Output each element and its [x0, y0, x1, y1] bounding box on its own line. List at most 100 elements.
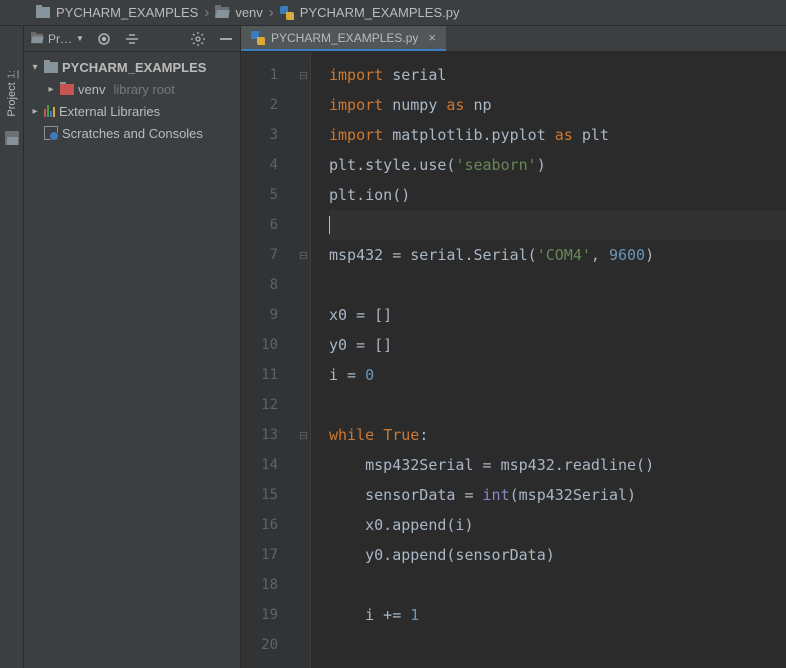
line-number[interactable]: 16 — [241, 510, 296, 540]
tool-label: Project — [6, 82, 18, 116]
code-line[interactable]: msp432 = serial.Serial('COM4', 9600) — [329, 240, 786, 270]
line-number[interactable]: 20 — [241, 630, 296, 660]
line-number[interactable]: 11 — [241, 360, 296, 390]
code-line[interactable]: msp432Serial = msp432.readline() — [329, 450, 786, 480]
line-number[interactable]: 4 — [241, 150, 296, 180]
code-line[interactable]: plt.ion() — [329, 180, 786, 210]
line-number[interactable]: 1 — [241, 60, 296, 90]
code-line[interactable]: sensorData = int(msp432Serial) — [329, 480, 786, 510]
line-number[interactable]: 17 — [241, 540, 296, 570]
locate-icon[interactable] — [96, 31, 112, 47]
sidebar-header: Pr… ▼ — [24, 26, 240, 52]
line-number[interactable]: 6 — [241, 210, 296, 240]
fold-marker[interactable] — [297, 150, 310, 180]
code-token: 1 — [410, 606, 419, 624]
line-number[interactable]: 12 — [241, 390, 296, 420]
code-line[interactable]: i += 1 — [329, 600, 786, 630]
close-icon[interactable]: × — [424, 30, 436, 45]
code-token: matplotlib.pyplot — [392, 126, 555, 144]
line-number[interactable]: 15 — [241, 480, 296, 510]
expand-all-icon[interactable] — [124, 31, 140, 47]
line-number[interactable]: 18 — [241, 570, 296, 600]
code-line[interactable]: i = 0 — [329, 360, 786, 390]
line-number[interactable]: 5 — [241, 180, 296, 210]
editor-tab-active[interactable]: PYCHARM_EXAMPLES.py × — [241, 26, 446, 51]
fold-marker[interactable] — [297, 450, 310, 480]
folder-icon — [36, 7, 50, 18]
breadcrumb-item-folder[interactable]: venv — [213, 5, 264, 20]
line-number[interactable]: 14 — [241, 450, 296, 480]
chevron-right-icon: › — [265, 4, 278, 21]
project-view-dropdown[interactable]: Pr… ▼ — [30, 32, 84, 46]
line-number[interactable]: 3 — [241, 120, 296, 150]
fold-marker[interactable] — [297, 360, 310, 390]
breadcrumb-item-root[interactable]: PYCHARM_EXAMPLES — [34, 5, 200, 20]
code-editor[interactable]: import serialimport numpy as npimport ma… — [311, 52, 786, 668]
line-number[interactable]: 7 — [241, 240, 296, 270]
line-number[interactable]: 13 — [241, 420, 296, 450]
fold-marker[interactable] — [297, 390, 310, 420]
code-line[interactable] — [329, 570, 786, 600]
code-token: y0.append(sensorData) — [365, 546, 555, 564]
fold-marker[interactable]: ⊟ — [297, 60, 310, 90]
code-line[interactable] — [329, 210, 786, 240]
code-line[interactable] — [329, 630, 786, 660]
code-token: plt.style.use( — [329, 156, 455, 174]
gear-icon[interactable] — [190, 31, 206, 47]
code-token: 'COM4' — [537, 246, 591, 264]
fold-marker[interactable] — [297, 600, 310, 630]
fold-marker[interactable] — [297, 510, 310, 540]
editor-area: PYCHARM_EXAMPLES.py × 123456789101112131… — [241, 26, 786, 668]
line-number[interactable]: 9 — [241, 300, 296, 330]
fold-marker[interactable] — [297, 270, 310, 300]
structure-tool-icon[interactable] — [5, 131, 19, 145]
line-number[interactable]: 19 — [241, 600, 296, 630]
line-number[interactable]: 2 — [241, 90, 296, 120]
project-tool-button[interactable]: Project 1: — [6, 70, 18, 117]
folder-open-icon — [215, 7, 229, 18]
code-token: plt.ion() — [329, 186, 410, 204]
fold-marker[interactable] — [297, 120, 310, 150]
code-line[interactable]: import matplotlib.pyplot as plt — [329, 120, 786, 150]
fold-marker[interactable]: ⊟ — [297, 420, 310, 450]
code-token: 0 — [365, 366, 374, 384]
line-number[interactable]: 8 — [241, 270, 296, 300]
scratch-icon — [44, 126, 58, 140]
fold-marker[interactable] — [297, 90, 310, 120]
breadcrumb-item-file[interactable]: PYCHARM_EXAMPLES.py — [278, 5, 462, 20]
code-line[interactable]: import numpy as np — [329, 90, 786, 120]
code-line[interactable]: y0.append(sensorData) — [329, 540, 786, 570]
code-line[interactable]: while True: — [329, 420, 786, 450]
code-line[interactable]: x0.append(i) — [329, 510, 786, 540]
code-line[interactable] — [329, 390, 786, 420]
code-line[interactable]: y0 = [] — [329, 330, 786, 360]
code-line[interactable]: x0 = [] — [329, 300, 786, 330]
code-line[interactable]: import serial — [329, 60, 786, 90]
fold-marker[interactable] — [297, 630, 310, 660]
line-number-gutter[interactable]: 1234567891011121314151617181920 — [241, 52, 297, 668]
line-number[interactable]: 10 — [241, 330, 296, 360]
fold-marker[interactable] — [297, 330, 310, 360]
fold-marker[interactable] — [297, 540, 310, 570]
project-tree[interactable]: ▾ PYCHARM_EXAMPLES ▸ venv library root ▸… — [24, 52, 240, 148]
fold-marker[interactable] — [297, 180, 310, 210]
fold-marker[interactable] — [297, 570, 310, 600]
python-file-icon — [280, 6, 294, 20]
code-token: i += — [365, 606, 410, 624]
chevron-down-icon: ▼ — [76, 34, 84, 43]
tree-node-venv[interactable]: ▸ venv library root — [24, 78, 240, 100]
fold-gutter[interactable]: ⊟ ⊟ ⊟ — [297, 52, 311, 668]
tree-node-external-libraries[interactable]: ▸ External Libraries — [24, 100, 240, 122]
tree-node-scratches[interactable]: Scratches and Consoles — [24, 122, 240, 144]
code-line[interactable] — [329, 270, 786, 300]
code-token: msp432Serial = msp432.readline() — [365, 456, 654, 474]
fold-marker[interactable] — [297, 210, 310, 240]
tree-node-project-root[interactable]: ▾ PYCHARM_EXAMPLES — [24, 56, 240, 78]
tree-suffix: library root — [109, 82, 174, 97]
fold-marker[interactable] — [297, 480, 310, 510]
code-token: x0.append(i) — [365, 516, 473, 534]
hide-icon[interactable] — [218, 31, 234, 47]
code-line[interactable]: plt.style.use('seaborn') — [329, 150, 786, 180]
fold-marker[interactable] — [297, 300, 310, 330]
fold-marker[interactable]: ⊟ — [297, 240, 310, 270]
